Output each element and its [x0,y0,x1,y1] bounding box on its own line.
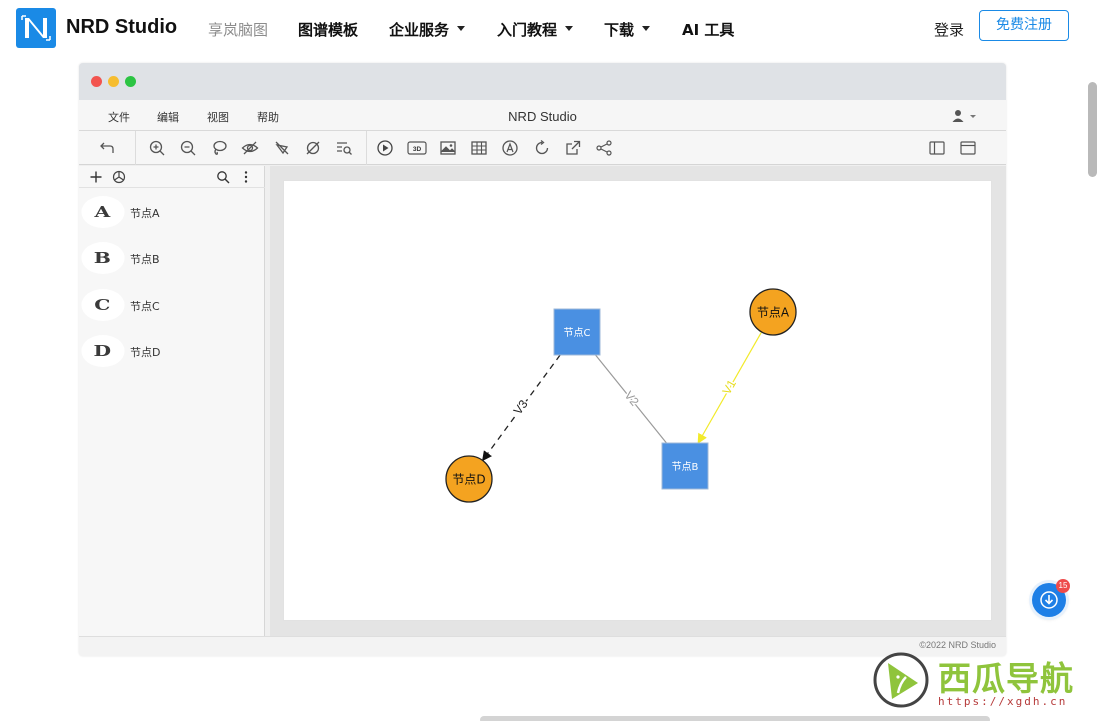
node-sidebar: A 节点A B 节点B C 节点C D 节点D [79,166,265,636]
graph-svg: V1V2V3 节点A节点B节点C节点D [445,288,797,503]
refresh-icon[interactable] [533,139,551,157]
chevron-down-icon [457,26,466,31]
app-statusbar: ©2022 NRD Studio [79,636,1006,656]
play-icon[interactable] [376,139,394,157]
node-c-badge-icon: C [81,289,125,321]
hide-icon[interactable] [241,139,259,157]
sidebar-node-b[interactable]: B 节点B [81,240,260,276]
nav-item-templates[interactable]: 图谱模板 [298,19,358,40]
graph-node-a[interactable]: 节点A [749,288,797,336]
login-link[interactable]: 登录 [934,19,964,40]
zoom-out-icon[interactable] [179,139,197,157]
nav-label: 企业服务 [389,21,450,39]
nav-item-ai-tools[interactable]: AI 工具 [682,19,734,40]
sidebar-tools [79,166,265,188]
layout-icon[interactable] [501,139,519,157]
nav-label: 图谱模板 [298,21,359,39]
toolbar-divider [366,131,367,165]
notification-count-badge: 15 [1056,579,1070,593]
signup-button[interactable]: 免费注册 [979,10,1069,41]
minimize-dot-icon[interactable] [108,76,119,87]
sidebar-node-c[interactable]: C 节点C [81,287,260,323]
undo-icon[interactable] [99,139,117,157]
graph-node-b[interactable]: 节点B [661,442,709,490]
pie-chart-icon[interactable] [112,170,126,184]
site-header: NRD Studio 享岚脑图 图谱模板 企业服务 入门教程 下载 AI 工具 … [0,0,1100,56]
user-icon [952,110,976,122]
nrd-logo-icon[interactable] [16,8,56,48]
app-menubar: 文件 编辑 视图 帮助 NRD Studio [79,100,1006,131]
maximize-dot-icon[interactable] [125,76,136,87]
nav-label: 享岚脑图 [208,21,269,39]
window-titlebar [79,63,1006,100]
brand-name[interactable]: NRD Studio [66,16,177,39]
graph-canvas[interactable]: V1 V2 V3 节点A 节点B 节点C 节点D [283,180,992,621]
sidebar-toggle-icon[interactable] [928,139,946,157]
search-icon[interactable] [216,170,230,184]
edge-label: V1 [719,377,739,397]
search-list-icon[interactable] [335,139,353,157]
nav-item-download[interactable]: 下载 [604,19,651,40]
sidebar-node-a[interactable]: A 节点A [81,194,260,230]
more-options-icon[interactable] [239,170,253,184]
share-icon[interactable] [595,139,613,157]
menu-edit[interactable]: 编辑 [157,109,179,125]
chevron-down-icon [642,26,651,31]
window-icon[interactable] [959,139,977,157]
add-icon[interactable] [89,170,103,184]
filter-icon[interactable] [273,139,291,157]
sidebar-node-label: 节点D [130,346,161,359]
lasso-icon[interactable] [210,139,228,157]
zoom-in-icon[interactable] [148,139,166,157]
close-dot-icon[interactable] [91,76,102,87]
3d-view-icon[interactable]: 3D [407,139,427,157]
menu-view[interactable]: 视图 [207,109,229,125]
sidebar-node-label: 节点A [130,207,160,220]
watermark-title: 西瓜导航 [938,659,1074,698]
chevron-down-icon [565,26,574,31]
menu-help[interactable]: 帮助 [257,109,279,125]
nav-item-enterprise[interactable]: 企业服务 [389,19,466,40]
user-menu[interactable] [951,109,979,123]
watermelon-logo-icon [873,652,929,708]
sidebar-node-label: 节点B [130,253,160,266]
nav-label: 入门教程 [497,21,558,39]
node-a-badge-icon: A [81,196,125,228]
nav-item-mindmap[interactable]: 享岚脑图 [208,19,268,40]
sidebar-node-label: 节点C [130,300,160,313]
nav-label: 下载 [604,21,635,39]
node-label: 节点D [452,473,485,487]
node-label: 节点B [672,461,699,473]
graph-node-d[interactable]: 节点D [445,455,493,503]
clear-icon[interactable] [304,139,322,157]
app-screenshot-window: 文件 编辑 视图 帮助 NRD Studio 3D A 节点A B 节点B C … [79,63,1006,656]
3d-label: 3D [413,146,422,153]
image-icon[interactable] [439,139,457,157]
sidebar-node-d[interactable]: D 节点D [81,333,260,369]
menu-file[interactable]: 文件 [108,109,130,125]
node-d-badge-icon: D [81,335,125,367]
horizontal-scrollbar[interactable] [480,716,990,721]
copyright-text: ©2022 NRD Studio [919,640,996,650]
export-icon[interactable] [564,139,582,157]
watermark-url: https://xgdh.cn [938,695,1068,708]
watermark: 西瓜导航 https://xgdh.cn [872,651,1092,709]
node-b-badge-icon: B [81,242,125,274]
download-icon [1040,591,1058,609]
graph-node-c[interactable]: 节点C [553,308,601,356]
nav-item-tutorials[interactable]: 入门教程 [497,19,574,40]
page-scrollbar[interactable] [1088,82,1097,177]
app-toolbar: 3D [79,131,1006,165]
nav-label: AI 工具 [682,21,735,39]
node-label: 节点A [757,306,790,320]
node-label: 节点C [564,327,591,339]
table-icon[interactable] [470,139,488,157]
toolbar-divider [135,131,136,165]
